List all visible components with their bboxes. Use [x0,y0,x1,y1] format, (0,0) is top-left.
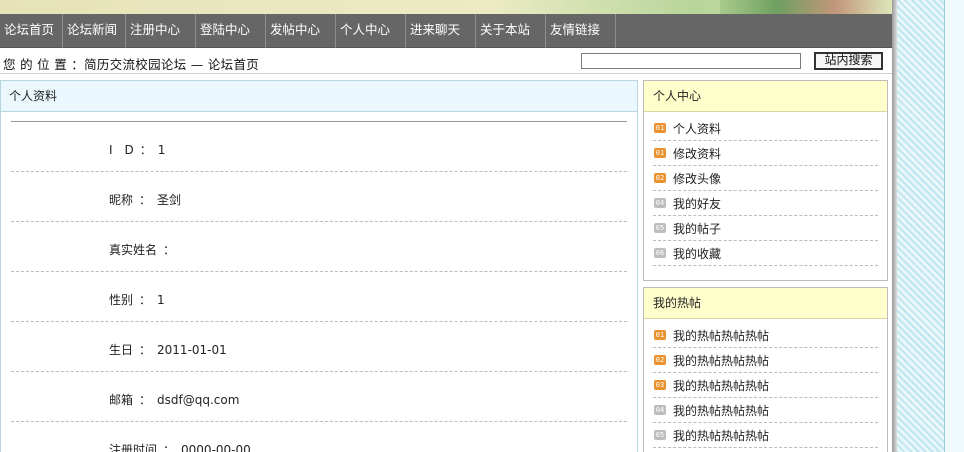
colon: ： [139,143,152,157]
profile-value-regtime: 0000-00-00 [181,443,251,452]
list-item-label: 修改资料 [673,146,722,161]
profile-value-email: dsdf@qq.com [157,393,240,407]
profile-row-nickname: 昵称 ： 圣剑 [11,172,627,222]
list-item-label: 我的热帖热帖热帖 [673,328,770,343]
profile-label-regtime: 注册时间 [109,443,158,452]
nav-item-about[interactable]: 关于本站 [476,14,546,48]
list-item-label: 我的热帖热帖热帖 [673,428,770,443]
divider [11,112,627,122]
list-item-label: 我的热帖热帖热帖 [673,353,770,368]
hot-posts-title: 我的热帖 [644,288,887,319]
hot-post-item[interactable]: 04 我的热帖热帖热帖 [653,398,878,423]
hot-post-item[interactable]: 05 我的热帖热帖热帖 [653,423,878,448]
nav-item-user-center[interactable]: 个人中心 [336,14,406,48]
number-icon: 01 [654,148,666,158]
user-center-title: 个人中心 [644,81,887,112]
profile-label-birthday: 生日 [109,343,134,357]
colon: ： [139,193,152,207]
list-item-label: 修改头像 [673,171,722,186]
user-center-panel: 个人中心 01 个人资料 01 修改资料 02 修改头像 04 我的好友 05 我的帖子 … [643,80,888,281]
profile-label-realname: 真实姓名 [109,243,158,257]
profile-value-id: 1 [157,143,166,157]
nav-item-links[interactable]: 友情链接 [546,14,616,48]
user-center-item-favorites[interactable]: 06 我的收藏 [653,241,878,266]
nav-item-home[interactable]: 论坛首页 [0,14,63,48]
number-icon: 05 [654,430,666,440]
hot-post-item[interactable]: 01 我的热帖热帖热帖 [653,323,878,348]
search-input[interactable] [581,53,801,69]
user-center-item-posts[interactable]: 05 我的帖子 [653,216,878,241]
profile-row-email: 邮箱 ： dsdf@qq.com [11,372,627,422]
list-item-label: 我的热帖热帖热帖 [673,403,770,418]
nav-item-post[interactable]: 发帖中心 [266,14,336,48]
profile-details: I D ： 1 昵称 ： 圣剑 真实姓名 ： 性别 ： 1 生日 ： 2011-01-01 邮箱 ：… [1,112,637,452]
profile-panel-title: 个人资料 [1,81,637,112]
breadcrumb: 您 的 位 置 ：简历交流校园论坛 — 论坛首页 [3,54,259,73]
user-center-item-friends[interactable]: 04 我的好友 [653,191,878,216]
hot-posts-panel: 我的热帖 01 我的热帖热帖热帖 02 我的热帖热帖热帖 03 我的热帖热帖热帖 04… [643,287,888,452]
profile-label-gender: 性别 [109,293,134,307]
hot-post-item[interactable]: 03 我的热帖热帖热帖 [653,373,878,398]
number-icon: 04 [654,405,666,415]
profile-row-regtime: 注册时间 ： 0000-00-00 [11,422,627,452]
user-center-item-avatar[interactable]: 02 修改头像 [653,166,878,191]
profile-label-nickname: 昵称 [109,193,134,207]
profile-row-birthday: 生日 ： 2011-01-01 [11,322,627,372]
nav-item-chat[interactable]: 进来聊天 [406,14,476,48]
profile-row-realname: 真实姓名 ： [11,222,627,272]
breadcrumb-separator: — [190,57,204,72]
background-side-bar [944,0,964,452]
user-center-item-edit[interactable]: 01 修改资料 [653,141,878,166]
banner-image [0,0,892,14]
number-icon: 05 [654,223,666,233]
breadcrumb-site[interactable]: 简历交流校园论坛 [84,57,186,72]
profile-value-birthday: 2011-01-01 [157,343,227,357]
hot-posts-list: 01 我的热帖热帖热帖 02 我的热帖热帖热帖 03 我的热帖热帖热帖 04 我的热帖热… [644,319,887,448]
number-icon: 01 [654,330,666,340]
profile-value-nickname: 圣剑 [157,193,182,207]
nav-item-login[interactable]: 登陆中心 [196,14,266,48]
profile-label-email: 邮箱 [109,393,134,407]
user-center-item-profile[interactable]: 01 个人资料 [653,116,878,141]
number-icon: 03 [654,380,666,390]
breadcrumb-prefix: 您 的 位 置 ： [3,57,85,72]
profile-value-gender: 1 [157,293,165,307]
profile-row-id: I D ： 1 [11,122,627,172]
profile-label-id: I D [109,143,134,157]
breadcrumb-current[interactable]: 论坛首页 [208,57,259,72]
page-shadow [892,0,897,452]
number-icon: 02 [654,173,666,183]
colon: ： [139,343,152,357]
number-icon: 01 [654,123,666,133]
page: 论坛首页 论坛新闻 注册中心 登陆中心 发帖中心 个人中心 进来聊天 关于本站 … [0,0,892,452]
banner-decoration [720,0,892,14]
colon: ： [163,243,176,257]
list-item-label: 我的好友 [673,196,722,211]
location-bar: 您 的 位 置 ：简历交流校园论坛 — 论坛首页 站内搜索 [0,48,892,74]
hot-post-item[interactable]: 02 我的热帖热帖热帖 [653,348,878,373]
list-item-label: 我的帖子 [673,221,722,236]
colon: ： [139,293,152,307]
nav-item-register[interactable]: 注册中心 [126,14,196,48]
number-icon: 02 [654,355,666,365]
nav-item-news[interactable]: 论坛新闻 [63,14,126,48]
user-center-list: 01 个人资料 01 修改资料 02 修改头像 04 我的好友 05 我的帖子 06 我的收… [644,112,887,266]
number-icon: 06 [654,248,666,258]
main-nav: 论坛首页 论坛新闻 注册中心 登陆中心 发帖中心 个人中心 进来聊天 关于本站 … [0,14,892,48]
colon: ： [139,393,152,407]
colon: ： [163,443,176,452]
list-item-label: 我的收藏 [673,246,722,261]
profile-panel: 个人资料 I D ： 1 昵称 ： 圣剑 真实姓名 ： 性别 ： 1 生日 ： 2011-01-0… [0,80,638,452]
list-item-label: 我的热帖热帖热帖 [673,378,770,393]
profile-row-gender: 性别 ： 1 [11,272,627,322]
list-item-label: 个人资料 [673,121,722,136]
number-icon: 04 [654,198,666,208]
search-button[interactable]: 站内搜索 [814,52,883,70]
